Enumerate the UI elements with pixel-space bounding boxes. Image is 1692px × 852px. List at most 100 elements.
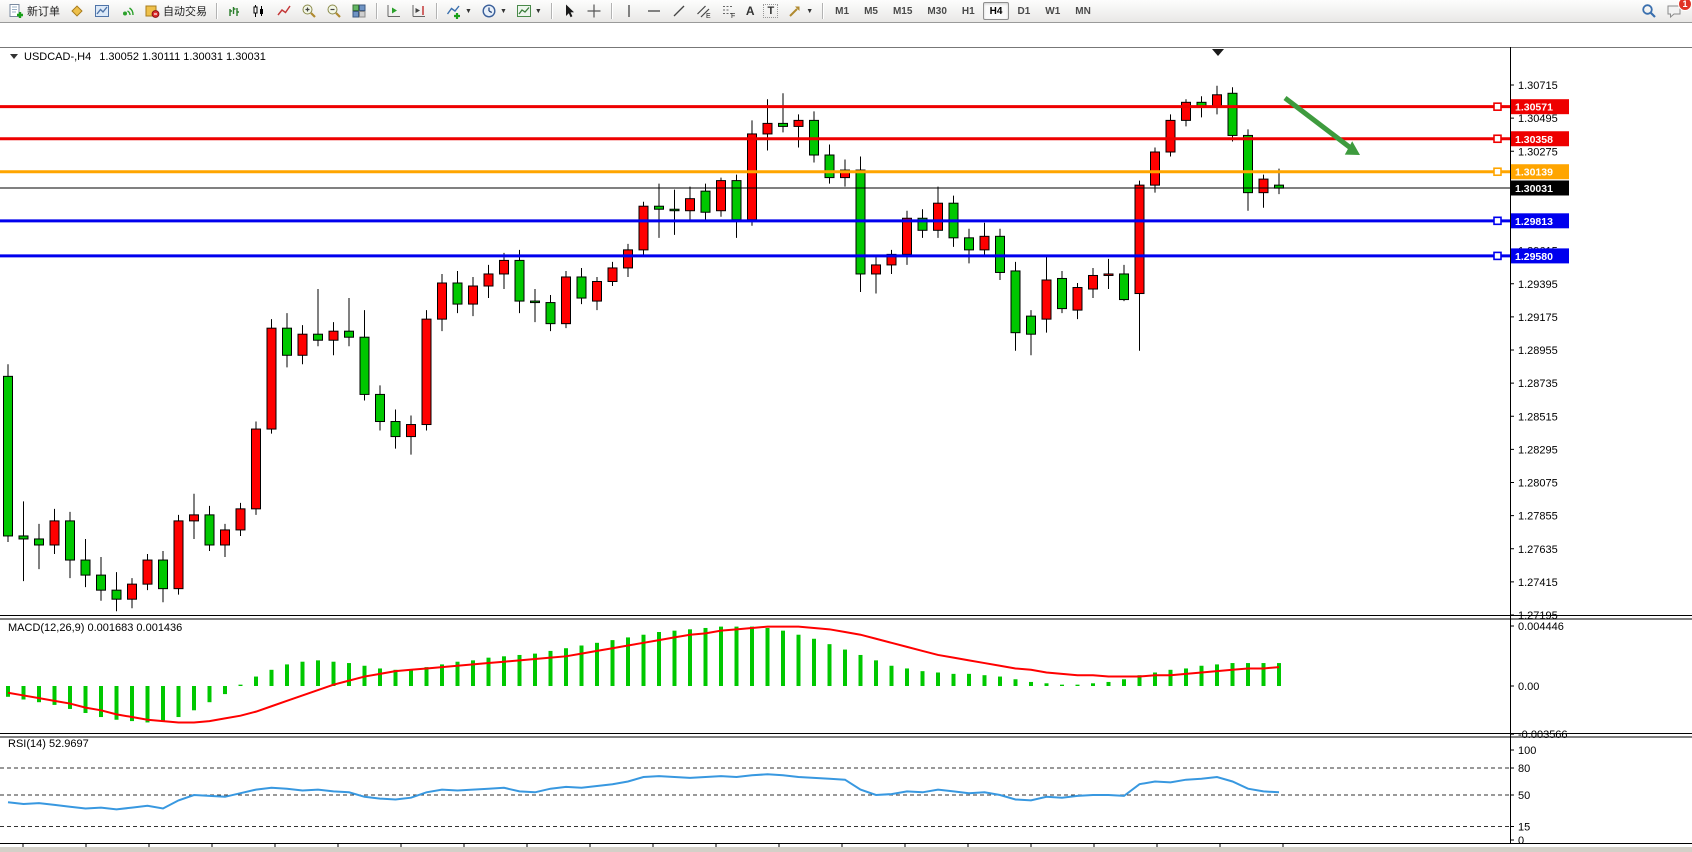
signals-button[interactable]	[115, 0, 139, 22]
candle-body	[1011, 271, 1020, 333]
crosshair-tool-button[interactable]	[582, 0, 606, 22]
chevron-down-icon: ▼	[535, 8, 542, 15]
line-anchor-marker[interactable]	[1494, 103, 1501, 110]
macd-bar	[1076, 685, 1080, 686]
cursor-tool-button[interactable]	[557, 0, 581, 22]
timeframe-button-w1[interactable]: W1	[1038, 2, 1067, 20]
macd-bar	[595, 643, 599, 686]
profile-button[interactable]	[65, 0, 89, 22]
macd-bar	[239, 685, 243, 686]
timeframe-button-m15[interactable]: M15	[886, 2, 919, 20]
price-line-label: 1.30358	[1515, 134, 1553, 146]
timeframe-button-mn[interactable]: MN	[1068, 2, 1098, 20]
macd-bar	[99, 686, 103, 717]
timeframe-button-d1[interactable]: D1	[1010, 2, 1037, 20]
timeframe-button-h4[interactable]: H4	[983, 2, 1010, 20]
macd-bar	[68, 686, 72, 709]
periods-menu-button[interactable]: ▼	[477, 0, 511, 22]
open-chart-button[interactable]	[90, 0, 114, 22]
zoom-in-button[interactable]	[297, 0, 321, 22]
candlestick-chart-button[interactable]	[247, 0, 271, 22]
rsi-tick-label: 0	[1518, 835, 1524, 847]
text-tool-button[interactable]: A	[742, 0, 759, 22]
fibonacci-tool-button[interactable]: F	[717, 0, 741, 22]
candle-body	[670, 209, 679, 211]
macd-bar	[750, 627, 754, 686]
text-label-tool-button[interactable]: T	[759, 0, 782, 22]
chart-shift-button[interactable]	[407, 0, 431, 22]
auto-scroll-button[interactable]	[382, 0, 406, 22]
candle-body	[965, 238, 974, 250]
macd-bar	[1200, 666, 1204, 686]
templates-menu-button[interactable]: ▼	[512, 0, 546, 22]
macd-bar	[1060, 685, 1064, 686]
candle-body	[934, 203, 943, 230]
macd-bar	[409, 670, 413, 686]
candle-body	[732, 181, 741, 220]
search-button[interactable]	[1637, 0, 1661, 22]
macd-bar	[828, 644, 832, 686]
macd-bar	[1184, 668, 1188, 686]
timeframe-button-m5[interactable]: M5	[857, 2, 885, 20]
indicators-menu-button[interactable]: ▼	[442, 0, 476, 22]
notifications-button[interactable]: 1	[1662, 0, 1688, 22]
candle-body	[1042, 280, 1051, 319]
macd-bar	[208, 686, 212, 702]
line-chart-button[interactable]	[272, 0, 296, 22]
line-anchor-marker[interactable]	[1494, 252, 1501, 259]
candle-body	[1120, 274, 1129, 300]
price-tick-label: 1.27855	[1518, 511, 1558, 523]
bar-chart-button[interactable]	[222, 0, 246, 22]
macd-bar	[936, 673, 940, 686]
macd-bar	[316, 660, 320, 686]
macd-bar	[673, 631, 677, 686]
candle-body	[19, 536, 28, 539]
timeframe-button-m30[interactable]: M30	[920, 2, 953, 20]
chart-canvas[interactable]: 1.307151.304951.302751.300551.298351.296…	[0, 23, 1692, 847]
horizontal-line-tool-button[interactable]	[642, 0, 666, 22]
candle-body	[562, 277, 571, 324]
candle-body	[608, 268, 617, 282]
vertical-line-icon	[621, 3, 637, 19]
macd-bar	[161, 686, 165, 721]
macd-bar	[735, 627, 739, 686]
rsi-tick-label: 100	[1518, 745, 1536, 757]
line-anchor-marker[interactable]	[1494, 217, 1501, 224]
line-anchor-marker[interactable]	[1494, 135, 1501, 142]
new-order-button[interactable]: 新订单	[4, 0, 64, 22]
rsi-tick-label: 80	[1518, 763, 1530, 775]
macd-bar	[6, 686, 10, 697]
trendline-tool-button[interactable]	[667, 0, 691, 22]
vertical-line-tool-button[interactable]	[617, 0, 641, 22]
candle-body	[763, 123, 772, 134]
candle-body	[190, 515, 199, 521]
candle-body	[221, 530, 230, 545]
candle-body	[1228, 93, 1237, 135]
tile-windows-button[interactable]	[347, 0, 371, 22]
line-anchor-marker[interactable]	[1494, 168, 1501, 175]
candle-body	[577, 277, 586, 298]
candle-body	[453, 283, 462, 304]
price-tick-label: 1.29395	[1518, 279, 1558, 291]
equidistant-channel-icon: E	[696, 3, 712, 19]
auto-trading-button[interactable]: 自动交易	[140, 0, 211, 22]
diamond-icon	[69, 3, 85, 19]
zoom-out-button[interactable]	[322, 0, 346, 22]
chart-shift-marker[interactable]	[1212, 49, 1224, 56]
price-tick-label: 1.30495	[1518, 113, 1558, 125]
macd-bar	[285, 664, 289, 686]
candle-body	[143, 560, 152, 584]
timeframe-button-m1[interactable]: M1	[828, 2, 856, 20]
arrows-tool-button[interactable]: ▼	[783, 0, 817, 22]
ohlc-toggle-icon[interactable]	[10, 54, 18, 59]
equidistant-channel-tool-button[interactable]: E	[692, 0, 716, 22]
macd-bar	[378, 668, 382, 686]
candle-body	[391, 422, 400, 437]
tile-windows-icon	[351, 3, 367, 19]
timeframe-button-h1[interactable]: H1	[955, 2, 982, 20]
zoom-out-icon	[326, 3, 342, 19]
text-label-icon: T	[763, 4, 778, 18]
periods-clock-icon	[481, 3, 497, 19]
templates-icon	[516, 3, 532, 19]
macd-bar	[564, 648, 568, 686]
